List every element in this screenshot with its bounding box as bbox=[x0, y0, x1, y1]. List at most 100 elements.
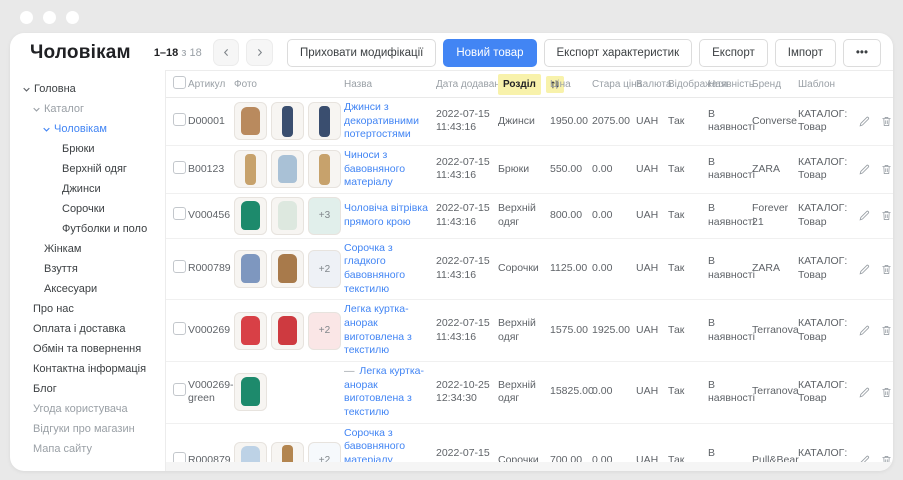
sidebar-item-17[interactable]: Відгуки про магазин bbox=[10, 419, 165, 439]
cell-currency: UAH bbox=[636, 262, 668, 276]
row-checkbox[interactable] bbox=[173, 161, 186, 174]
product-thumb[interactable] bbox=[308, 102, 341, 140]
sidebar-item-9[interactable]: Взуття bbox=[10, 259, 165, 279]
product-name-link[interactable]: Чоловіча вітрівка прямого крою bbox=[344, 202, 428, 228]
cell-photos bbox=[234, 150, 344, 188]
edit-button[interactable] bbox=[858, 324, 871, 337]
sidebar-item-7[interactable]: Футболки и поло bbox=[10, 219, 165, 239]
more-photos-badge[interactable]: +2 bbox=[308, 250, 341, 288]
cell-currency: UAH bbox=[636, 385, 668, 399]
product-thumb[interactable] bbox=[234, 250, 267, 288]
edit-button[interactable] bbox=[858, 386, 871, 399]
column-header-label[interactable]: Розділ bbox=[498, 74, 541, 95]
cell-old-price: 0.00 bbox=[592, 262, 636, 276]
import-button[interactable]: Імпорт bbox=[775, 39, 836, 67]
edit-button[interactable] bbox=[858, 115, 871, 128]
delete-button[interactable] bbox=[880, 115, 893, 128]
cell-template: КАТАЛОГ: Товар bbox=[798, 379, 858, 406]
edit-button[interactable] bbox=[858, 209, 871, 222]
export-attributes-button[interactable]: Експорт характеристик bbox=[544, 39, 693, 67]
row-checkbox[interactable] bbox=[173, 322, 186, 335]
cell-sku: D00001 bbox=[188, 115, 234, 129]
cell-display: Так bbox=[668, 209, 708, 223]
pagination-range: 1–18 bbox=[154, 47, 178, 59]
column-header-brand: Бренд bbox=[752, 78, 798, 91]
next-page-button[interactable] bbox=[246, 39, 273, 66]
cell-brand: ZARA bbox=[752, 262, 798, 276]
sidebar-item-4[interactable]: Верхній одяг bbox=[10, 159, 165, 179]
product-name-link[interactable]: Легка куртка-анорак виготовлена з тексти… bbox=[344, 303, 412, 356]
select-all-checkbox[interactable] bbox=[173, 76, 186, 89]
product-thumb[interactable] bbox=[271, 102, 304, 140]
row-checkbox[interactable] bbox=[173, 260, 186, 273]
cell-checkbox bbox=[166, 260, 188, 278]
cell-checkbox bbox=[166, 161, 188, 179]
sidebar-item-2[interactable]: Чоловікам bbox=[10, 119, 165, 139]
more-actions-button[interactable]: ••• bbox=[843, 39, 881, 67]
sidebar-item-15[interactable]: Блог bbox=[10, 379, 165, 399]
sidebar-item-3[interactable]: Брюки bbox=[10, 139, 165, 159]
product-thumb[interactable] bbox=[271, 312, 304, 350]
scrollbar-track[interactable] bbox=[166, 462, 893, 471]
sidebar-item-6[interactable]: Сорочки bbox=[10, 199, 165, 219]
sidebar-item-11[interactable]: Про нас bbox=[10, 299, 165, 319]
more-photos-badge[interactable]: +3 bbox=[308, 197, 341, 235]
sidebar-item-5[interactable]: Джинси bbox=[10, 179, 165, 199]
sidebar-nav: ГоловнаКаталогЧоловікам Брюки Верхній одяг… bbox=[10, 70, 165, 471]
edit-button[interactable] bbox=[858, 263, 871, 276]
edit-button[interactable] bbox=[858, 163, 871, 176]
delete-button[interactable] bbox=[880, 386, 893, 399]
cell-brand: ZARA bbox=[752, 163, 798, 177]
prev-page-button[interactable] bbox=[213, 39, 240, 66]
sidebar-item-8[interactable]: Жінкам bbox=[10, 239, 165, 259]
sidebar-item-0[interactable]: Головна bbox=[10, 79, 165, 99]
product-thumb[interactable] bbox=[308, 150, 341, 188]
sidebar-item-label: Оплата і доставка bbox=[33, 323, 125, 335]
product-thumb[interactable] bbox=[271, 250, 304, 288]
table-row: V000456+3Чоловіча вітрівка прямого крою2… bbox=[166, 194, 893, 239]
cell-availability: В наявності bbox=[708, 255, 752, 282]
delete-trash-icon bbox=[880, 263, 893, 276]
product-thumb[interactable] bbox=[271, 150, 304, 188]
more-photos-badge[interactable]: +2 bbox=[308, 312, 341, 350]
cell-currency: UAH bbox=[636, 115, 668, 129]
sidebar-item-12[interactable]: Оплата і доставка bbox=[10, 319, 165, 339]
sidebar-item-16[interactable]: Угода користувача bbox=[10, 399, 165, 419]
delete-button[interactable] bbox=[880, 263, 893, 276]
sidebar-item-14[interactable]: Контактна інформація bbox=[10, 359, 165, 379]
delete-button[interactable] bbox=[880, 209, 893, 222]
sidebar-item-10[interactable]: Аксесуари bbox=[10, 279, 165, 299]
product-name-link[interactable]: Чиноси з бавовняного матеріалу bbox=[344, 149, 405, 188]
cell-sku: R000789 bbox=[188, 262, 234, 276]
cell-actions bbox=[858, 209, 893, 222]
garment-shape bbox=[278, 254, 298, 283]
sidebar-item-1[interactable]: Каталог bbox=[10, 99, 165, 119]
product-thumb[interactable] bbox=[234, 197, 267, 235]
column-header-availability: Наявність bbox=[708, 78, 752, 91]
delete-button[interactable] bbox=[880, 163, 893, 176]
sidebar-item-18[interactable]: Мапа сайту bbox=[10, 439, 165, 459]
row-checkbox[interactable] bbox=[173, 113, 186, 126]
row-checkbox[interactable] bbox=[173, 207, 186, 220]
product-thumb[interactable] bbox=[271, 197, 304, 235]
delete-trash-icon bbox=[880, 115, 893, 128]
cell-name: Чоловіча вітрівка прямого крою bbox=[344, 202, 436, 229]
chevron-down-icon bbox=[42, 125, 52, 134]
chevron-left-icon bbox=[222, 48, 231, 57]
product-thumb[interactable] bbox=[234, 150, 267, 188]
product-thumb[interactable] bbox=[234, 373, 267, 411]
column-header-display: Відображати bbox=[668, 78, 708, 91]
product-thumb[interactable] bbox=[234, 102, 267, 140]
sidebar-item-label: Брюки bbox=[62, 143, 95, 155]
sidebar-item-13[interactable]: Обмін та повернення bbox=[10, 339, 165, 359]
cell-name: Сорочка з гладкого бавовняного текстилю bbox=[344, 242, 436, 297]
export-button[interactable]: Експорт bbox=[699, 39, 768, 67]
product-name-link[interactable]: Сорочка з гладкого бавовняного текстилю bbox=[344, 242, 405, 295]
delete-button[interactable] bbox=[880, 324, 893, 337]
product-thumb[interactable] bbox=[234, 312, 267, 350]
sidebar-item-label: Про нас bbox=[33, 303, 74, 315]
row-checkbox[interactable] bbox=[173, 383, 186, 396]
product-name-link[interactable]: Джинси з декоративними потертостями bbox=[344, 101, 419, 140]
new-product-button[interactable]: Новий товар bbox=[443, 39, 536, 67]
hide-modifications-button[interactable]: Приховати модифікації bbox=[287, 39, 436, 67]
